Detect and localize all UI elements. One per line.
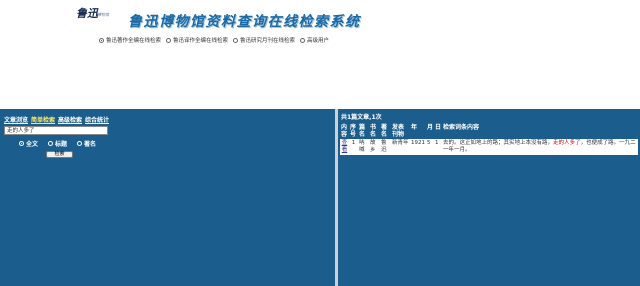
scope-label: 全文	[26, 141, 39, 148]
search-tabs: 文章浏览 简单检索 高级检索 综合统计	[4, 115, 109, 124]
radio-icon[interactable]	[77, 141, 83, 146]
radio-icon[interactable]	[233, 37, 239, 43]
results-table: 内容 序号 篇名 书名 著名 发表刊物 年 月 日 检索词条内容 查看 1 呐喊…	[340, 123, 638, 155]
scope-label: 标题	[55, 141, 68, 148]
scope-title[interactable]: 标题	[48, 139, 67, 148]
site-title: 鲁迅博物馆资料查询在线检索系统	[128, 14, 361, 30]
month-cell: 5	[426, 139, 435, 155]
radio-icon[interactable]	[99, 37, 104, 43]
scope-author[interactable]: 著名	[77, 139, 96, 148]
radio-icon[interactable]	[48, 141, 54, 146]
col-book: 书名	[370, 124, 377, 138]
db-option-translations[interactable]: 鲁迅译作全编在线检索	[166, 36, 228, 44]
logo-text: 鲁迅	[76, 7, 98, 20]
col-journal: 发表刊物	[392, 124, 405, 138]
col-title: 篇名	[359, 124, 366, 138]
db-option-label: 鲁迅译作全编在线检索	[173, 38, 229, 44]
tab-browse[interactable]: 文章浏览	[4, 115, 28, 124]
col-index: 序号	[350, 124, 357, 138]
snippet-before: 去的。这正如地上的路；其实地上本没有路，	[443, 140, 554, 146]
col-day: 日	[435, 124, 442, 131]
radio-icon[interactable]	[19, 141, 24, 146]
content-cell: 查看	[340, 139, 349, 155]
tab-simple-search[interactable]: 简单检索	[31, 115, 55, 124]
journal-cell: 新青年	[391, 139, 410, 155]
db-option-label: 高级用户	[307, 38, 330, 44]
result-summary: 共1篇文章,1次	[341, 114, 382, 121]
search-panel: 文章浏览 简单检索 高级检索 综合统计 走的人多了 全文 标题 著名 检索	[0, 109, 335, 286]
db-option-label: 鲁迅著作全编在线检索	[106, 38, 162, 44]
col-author: 著名	[381, 124, 388, 138]
day-cell: 1	[434, 139, 443, 155]
radio-icon[interactable]	[166, 37, 172, 43]
museum-logo[interactable]: 鲁迅 博物馆	[76, 5, 126, 21]
tab-advanced-search[interactable]: 高级检索	[58, 115, 82, 124]
table-row: 查看 1 呐喊 故乡 鲁迅 新青年 1921 5 1 去的。这正如地上的路；其实…	[340, 139, 638, 155]
book-cell: 故乡	[369, 139, 380, 155]
search-input[interactable]: 走的人多了	[4, 126, 108, 135]
col-year: 年	[411, 124, 418, 131]
results-panel: 共1篇文章,1次 内容 序号 篇名 书名 著名 发表刊物 年 月 日 检索词条内…	[338, 109, 640, 286]
search-scope: 全文 标题 著名	[19, 139, 96, 148]
db-option-works[interactable]: 鲁迅著作全编在线检索	[99, 36, 161, 44]
radio-icon[interactable]	[300, 37, 306, 43]
author-cell: 鲁迅	[380, 139, 391, 155]
database-selector: 鲁迅著作全编在线检索 鲁迅译作全编在线检索 鲁迅研究月刊在线检索 高级用户	[99, 36, 329, 44]
db-option-label: 鲁迅研究月刊在线检索	[240, 38, 296, 44]
year-cell: 1921	[410, 139, 426, 155]
view-content-link[interactable]: 查看	[342, 140, 348, 153]
scope-label: 著名	[84, 141, 97, 148]
col-snippet: 检索词条内容	[443, 124, 480, 131]
col-content: 内容	[341, 124, 348, 138]
index-cell: 1	[349, 139, 358, 155]
tab-statistics[interactable]: 综合统计	[85, 115, 109, 124]
col-month: 月	[427, 124, 434, 131]
snippet-cell: 去的。这正如地上的路；其实地上本没有路，走的人多了，也便成了路。一九二一年一月。	[442, 139, 638, 155]
title-cell: 呐喊	[358, 139, 369, 155]
scope-fulltext[interactable]: 全文	[19, 139, 38, 148]
snippet-hit: 走的人多了	[553, 140, 581, 146]
logo-tag: 博物馆	[97, 12, 109, 17]
page-header: 鲁迅 博物馆 鲁迅博物馆资料查询在线检索系统 鲁迅著作全编在线检索 鲁迅译作全编…	[0, 0, 640, 109]
search-button[interactable]: 检索	[46, 151, 73, 158]
table-header-row: 内容 序号 篇名 书名 著名 发表刊物 年 月 日 检索词条内容	[340, 123, 638, 139]
db-option-advanced-user[interactable]: 高级用户	[300, 36, 329, 44]
db-option-monthly[interactable]: 鲁迅研究月刊在线检索	[233, 36, 295, 44]
